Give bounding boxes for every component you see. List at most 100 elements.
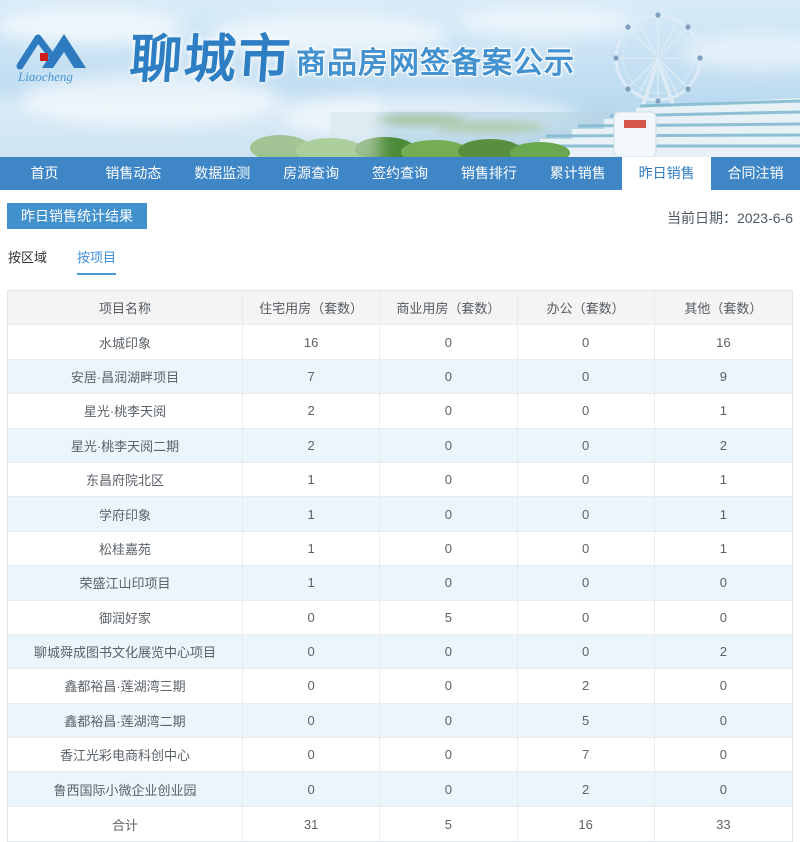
nav-item-4[interactable]: 签约查询: [356, 157, 445, 190]
table-row: 松桂嘉苑 1 0 0 1: [8, 531, 792, 567]
value-cell: 0: [518, 531, 655, 566]
project-name-cell: 香江光彩电商科创中心: [8, 738, 243, 772]
value-cell: 0: [719, 575, 727, 591]
page-head: 昨日销售统计结果 当前日期：2023-6-6: [7, 203, 793, 229]
value-cell: 0: [380, 634, 518, 669]
nav-item-3[interactable]: 房源查询: [267, 157, 356, 190]
nav-item-2[interactable]: 数据监测: [178, 157, 267, 190]
site-banner: Liaocheng 聊城市 商品房网签备案公示: [0, 0, 800, 157]
table-row: 聊城舜成图书文化展览中心项目 0 0 0 2: [8, 634, 792, 670]
value-cell: 0: [380, 531, 518, 566]
project-name-cell: 御润好家: [8, 600, 243, 634]
value-cell: 0: [518, 462, 655, 497]
value-cell: 0: [380, 738, 518, 772]
value-cell: 0: [719, 678, 727, 694]
value-cell: 0: [380, 497, 518, 531]
table-row: 星光·桃李天阅二期 2 0 0 2: [8, 428, 792, 463]
value-cell: 0: [719, 712, 727, 728]
value-cell: 31: [243, 806, 381, 842]
value-cell: 1: [719, 403, 727, 419]
value-cell: 5: [518, 703, 655, 738]
table-total-row: 合计 31 5 16 33: [8, 806, 792, 842]
value-cell: 1: [243, 497, 381, 531]
project-name-cell: 星光·桃李天阅二期: [8, 428, 243, 462]
subtab-0[interactable]: 按区域: [8, 247, 47, 275]
nav-item-5[interactable]: 销售排行: [444, 157, 533, 190]
value-cell: 0: [243, 600, 381, 634]
project-name-cell: 水城印象: [8, 325, 243, 359]
current-date-label: 当前日期：: [666, 210, 737, 226]
project-name-cell: 荣盛江山印项目: [8, 566, 243, 600]
logo-red-square: [40, 53, 48, 61]
value-cell: 0: [719, 781, 727, 797]
logo-script: Liaocheng: [17, 69, 73, 84]
value-cell: 0: [380, 428, 518, 462]
value-cell: 0: [518, 359, 655, 394]
table-row: 安居·昌润湖畔项目 7 0 0 9: [8, 359, 792, 395]
nav-item-1[interactable]: 销售动态: [89, 157, 178, 190]
value-cell: 0: [380, 669, 518, 703]
value-cell: 其他（套数）: [684, 301, 763, 317]
value-cell: 0: [380, 359, 518, 394]
value-cell: 0: [380, 325, 518, 359]
value-cell: 2: [719, 644, 727, 660]
value-cell: 5: [380, 600, 518, 634]
value-cell: 0: [380, 772, 518, 806]
value-cell: 7: [243, 359, 381, 394]
value-cell: 0: [380, 394, 518, 428]
building-sign: [624, 120, 646, 128]
project-name-cell: 安居·昌润湖畔项目: [8, 359, 243, 394]
value-cell: 0: [380, 462, 518, 497]
nav-item-7[interactable]: 昨日销售: [622, 157, 712, 190]
table-header-row: 项目名称 住宅用房（套数） 商业用房（套数） 办公（套数） 其他（套数）: [8, 291, 792, 326]
value-cell: 0: [518, 428, 655, 462]
value-cell: 0: [243, 669, 381, 703]
value-cell: 0: [380, 566, 518, 600]
view-subtabs: 按区域 按项目: [7, 247, 793, 275]
nav-item-0[interactable]: 首页: [0, 157, 89, 190]
table-row: 鑫都裕昌·莲湖湾三期 0 0 2 0: [8, 669, 792, 704]
table-row: 星光·桃李天阅 2 0 0 1: [8, 394, 792, 429]
table-row: 荣盛江山印项目 1 0 0 0: [8, 566, 792, 601]
project-name-cell: 鑫都裕昌·莲湖湾二期: [8, 703, 243, 738]
table-row: 香江光彩电商科创中心 0 0 7 0: [8, 738, 792, 773]
brand: Liaocheng 聊城市 商品房网签备案公示: [14, 26, 576, 90]
value-cell: 9: [719, 368, 727, 384]
value-cell: 5: [380, 806, 518, 842]
site-title: 商品房网签备案公示: [296, 47, 576, 80]
liaocheng-logo-icon: Liaocheng: [16, 34, 86, 84]
project-name-cell: 合计: [8, 806, 243, 842]
nav-item-8[interactable]: 合同注销: [711, 157, 800, 190]
sales-table: 项目名称 住宅用房（套数） 商业用房（套数） 办公（套数） 其他（套数） 水城印象 16 0 0…: [7, 290, 793, 842]
value-cell: 0: [719, 747, 727, 763]
value-cell: 0: [243, 738, 381, 772]
value-cell: 1: [243, 462, 381, 497]
value-cell: 住宅用房（套数）: [243, 291, 381, 325]
value-cell: 0: [243, 772, 381, 806]
value-cell: 0: [719, 609, 727, 625]
value-cell: 7: [518, 738, 655, 772]
nav-item-6[interactable]: 累计销售: [533, 157, 622, 190]
main-content: 昨日销售统计结果 当前日期：2023-6-6 按区域 按项目 项目名称 住宅用房（套…: [0, 203, 800, 842]
value-cell: 0: [518, 566, 655, 600]
project-name-cell: 星光·桃李天阅: [8, 394, 243, 428]
project-name-cell: 项目名称: [8, 291, 243, 325]
subtab-1[interactable]: 按项目: [77, 247, 117, 275]
project-name-cell: 松桂嘉苑: [8, 531, 243, 566]
project-name-cell: 鲁西国际小微企业创业园: [8, 772, 243, 806]
value-cell: 2: [518, 772, 655, 806]
value-cell: 0: [518, 394, 655, 428]
site-title-calligraphy: 聊城市: [127, 29, 295, 90]
value-cell: 1: [243, 566, 381, 600]
value-cell: 16: [716, 334, 731, 350]
main-nav: 首页 销售动态 数据监测 房源查询 签约查询 销售排行 累计销售 昨日销售 合同注销: [0, 157, 800, 190]
value-cell: 2: [243, 394, 381, 428]
table-row: 学府印象 1 0 0 1: [8, 497, 792, 532]
table-row: 御润好家 0 5 0 0: [8, 600, 792, 635]
value-cell: 0: [243, 703, 381, 738]
project-name-cell: 聊城舜成图书文化展览中心项目: [8, 634, 243, 669]
value-cell: 1: [243, 531, 381, 566]
value-cell: 2: [719, 437, 727, 453]
value-cell: 33: [716, 816, 731, 832]
project-name-cell: 学府印象: [8, 497, 243, 531]
